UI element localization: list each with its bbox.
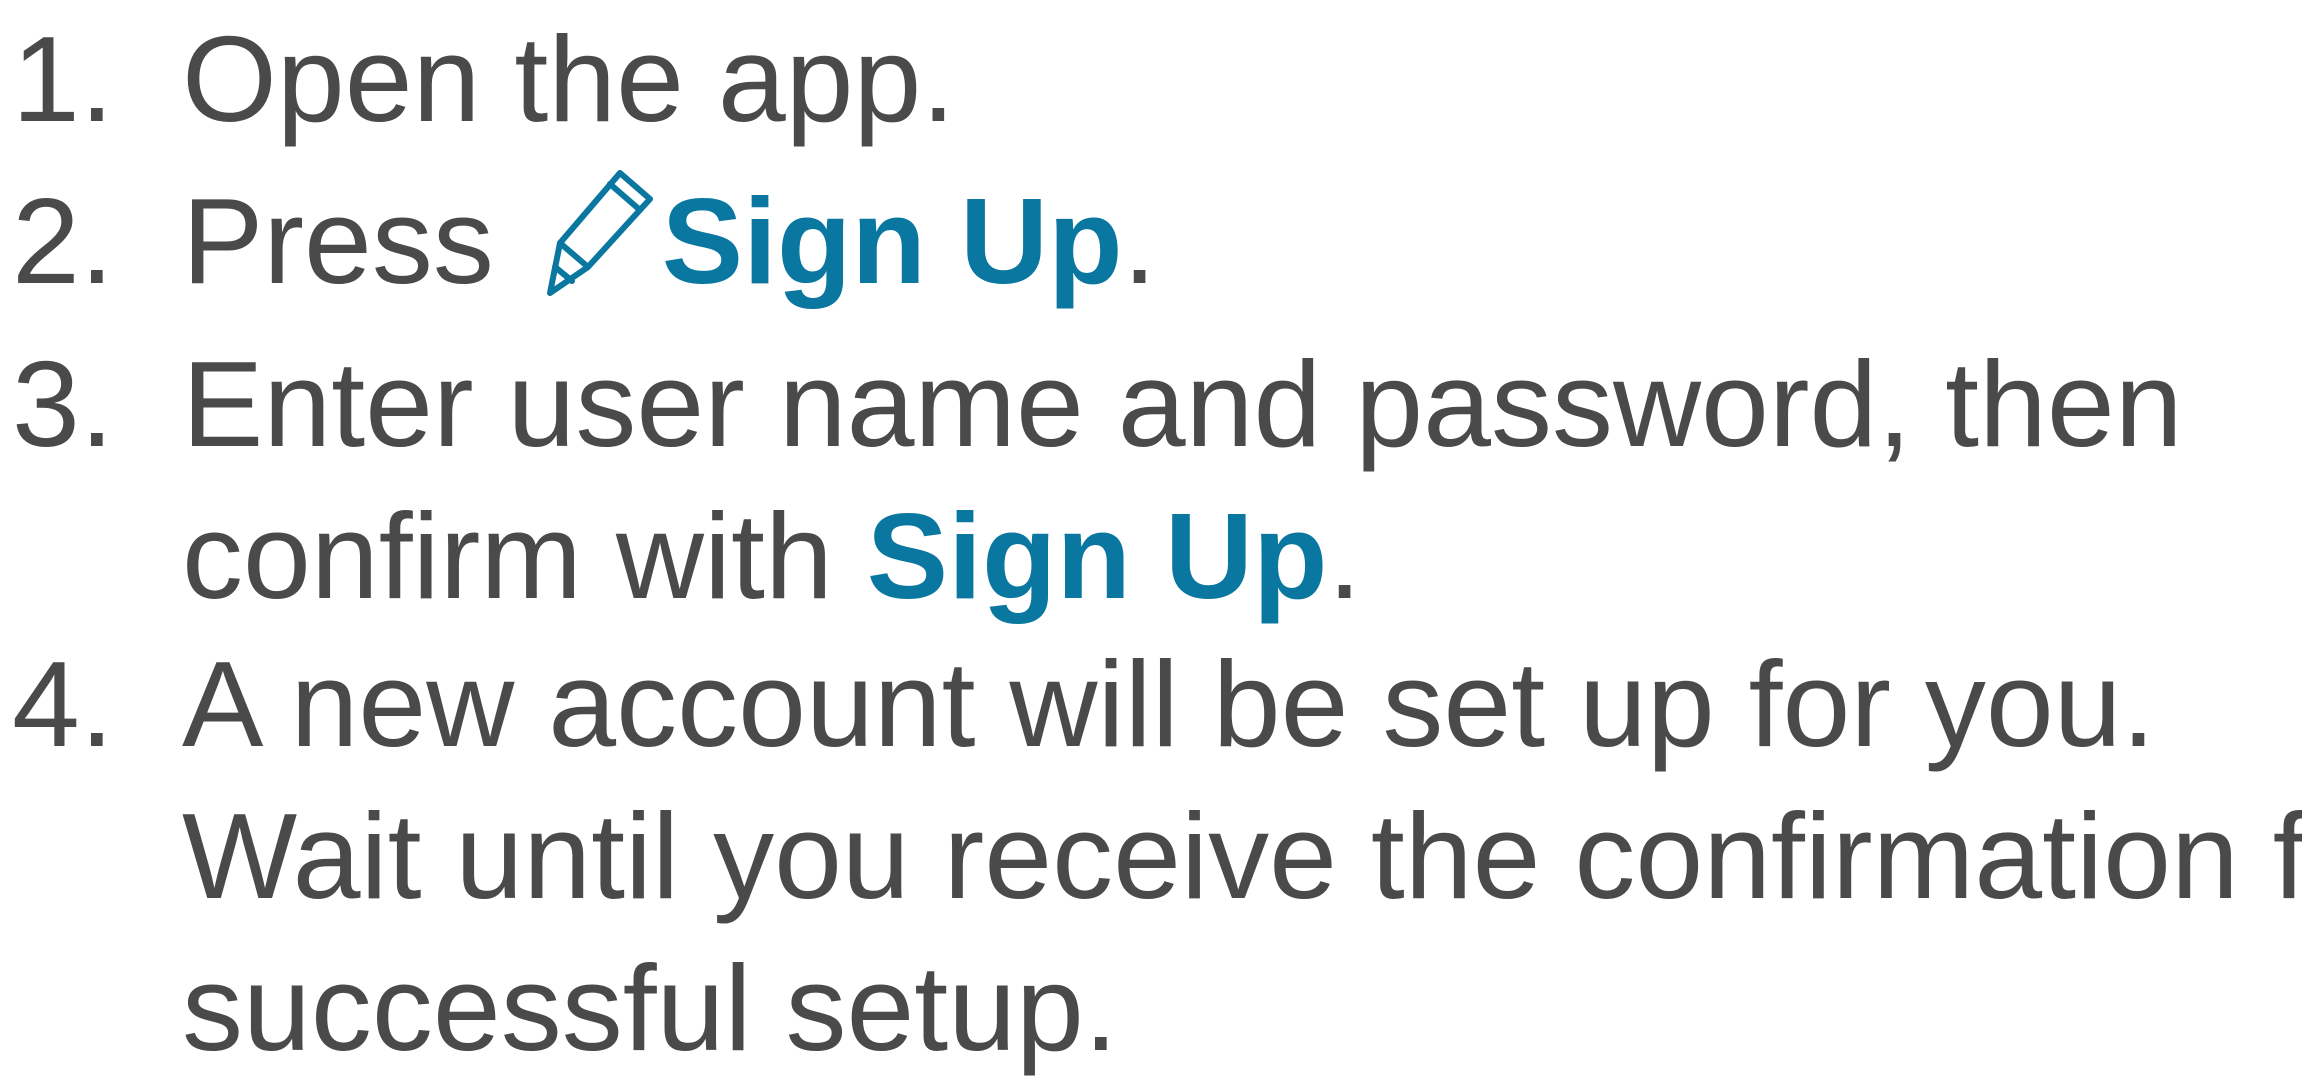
step-line: Wait until you receive the confirmation … bbox=[182, 788, 2302, 924]
step-number: 4. bbox=[12, 636, 114, 772]
step-text: A new account will be set up for you. Wa… bbox=[182, 628, 2302, 1084]
step-text: Open the app. bbox=[182, 3, 955, 155]
instruction-list: 1. Open the app. 2. Press Sign Up. 3. En… bbox=[0, 0, 2302, 1076]
step-text: Enter user name and password, then confi… bbox=[182, 328, 2183, 632]
sign-up-link[interactable]: Sign Up bbox=[662, 173, 1123, 309]
step-line: Open the app. bbox=[182, 11, 956, 147]
step-line: confirm with Sign Up. bbox=[182, 480, 2183, 632]
step-number: 1. bbox=[12, 11, 114, 147]
step-prefix: confirm with bbox=[182, 488, 833, 624]
sign-up-link[interactable]: Sign Up bbox=[867, 488, 1328, 624]
step-suffix: . bbox=[1327, 488, 1362, 624]
step-number: 3. bbox=[12, 336, 114, 472]
pencil-icon bbox=[532, 169, 658, 301]
step-line: successful setup. bbox=[182, 940, 1118, 1076]
step-suffix: . bbox=[1122, 173, 1157, 309]
step-line: Enter user name and password, then bbox=[182, 336, 2183, 472]
step-line: A new account will be set up for you. bbox=[182, 636, 2156, 772]
step-text: Press Sign Up. bbox=[182, 165, 1157, 317]
step-number: 2. bbox=[12, 173, 114, 309]
step-prefix: Press bbox=[182, 173, 494, 309]
step-line: Press Sign Up. bbox=[182, 165, 1157, 317]
